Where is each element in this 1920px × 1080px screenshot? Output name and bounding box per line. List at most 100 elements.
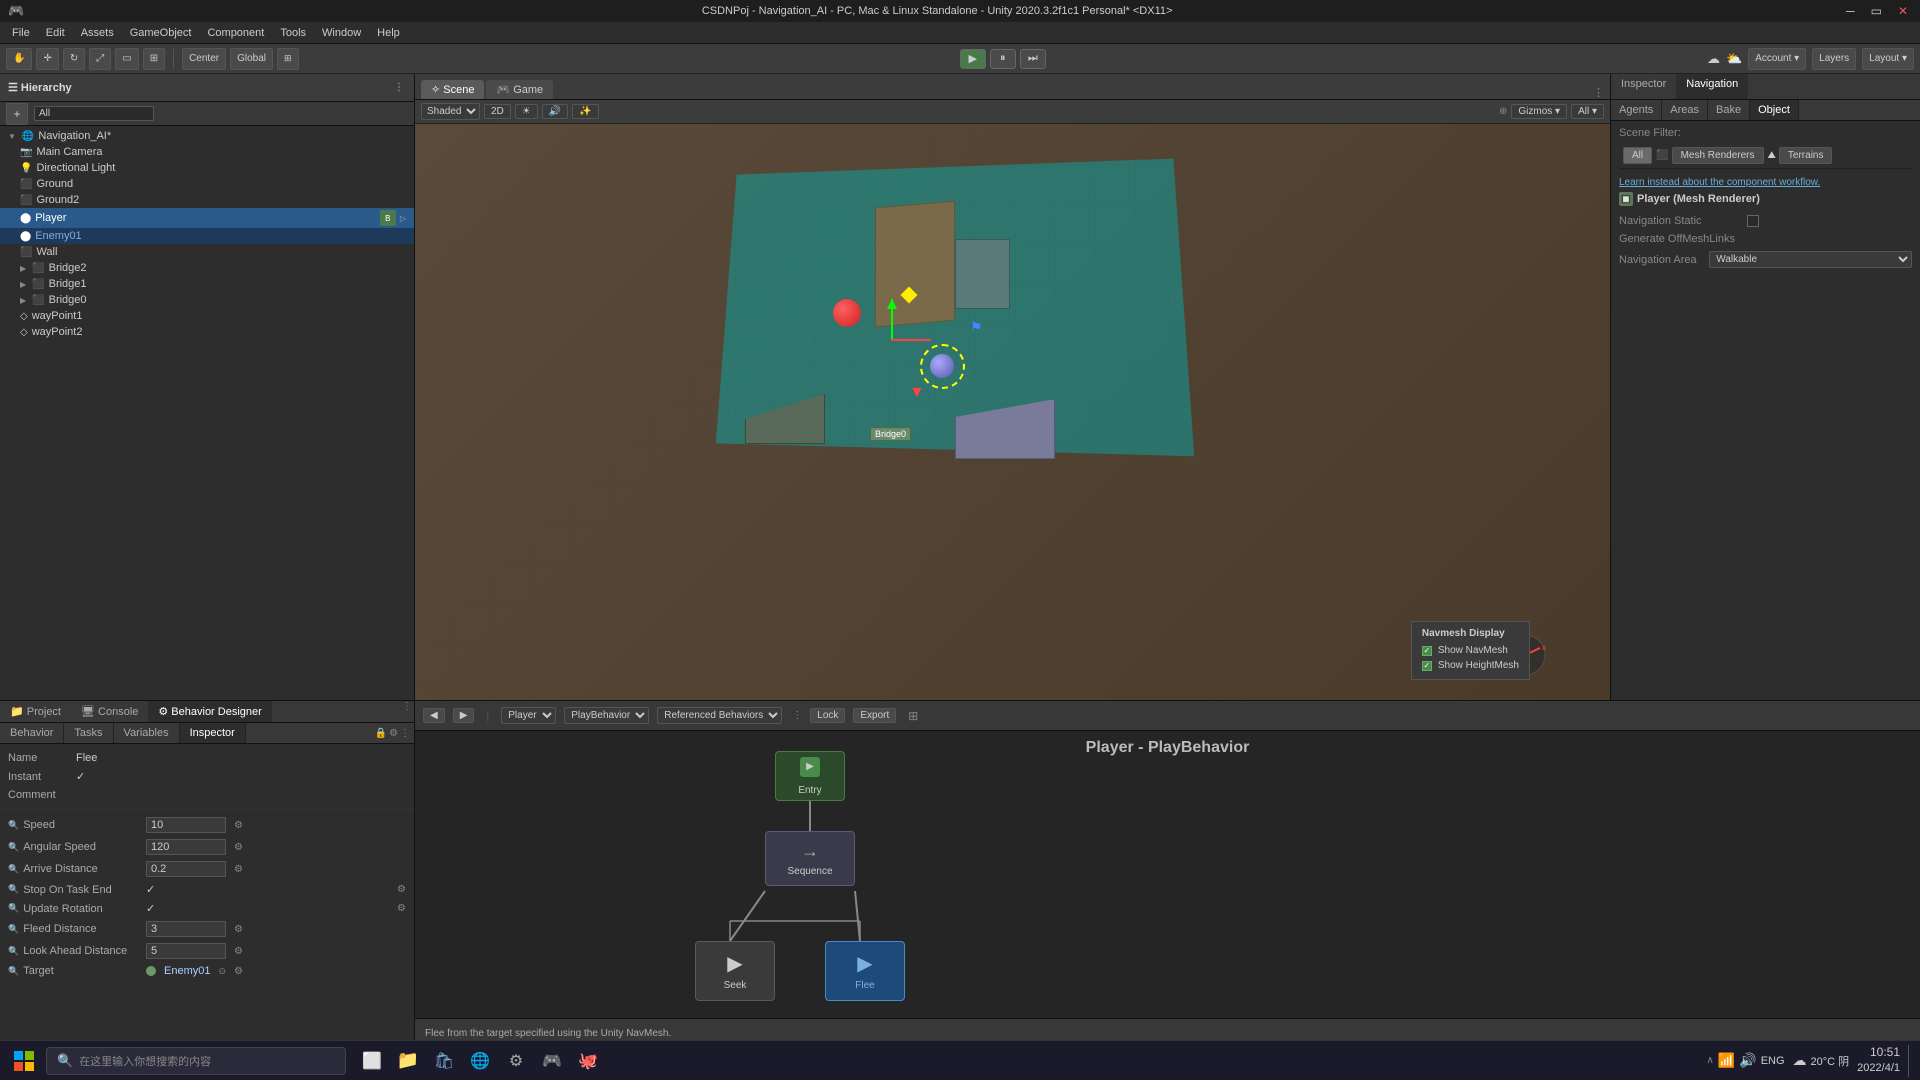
arrive-distance-input[interactable] (146, 861, 226, 877)
bd-lock-button[interactable]: Lock (810, 708, 845, 723)
layers-dropdown[interactable]: Layers (1812, 48, 1856, 70)
menu-gameobject[interactable]: GameObject (122, 25, 200, 41)
look-link-icon[interactable]: ⚙ (234, 946, 243, 957)
shading-select[interactable]: Shaded (421, 103, 480, 120)
audio-toggle[interactable]: 🔊 (542, 104, 568, 119)
fleed-distance-input[interactable] (146, 921, 226, 937)
taskbar-search-bar[interactable]: 🔍 在这里输入你想搜索的内容 (46, 1047, 346, 1075)
gizmos-button[interactable]: Gizmos ▾ (1511, 104, 1567, 119)
component-workflow-link[interactable]: Learn instead about the component workfl… (1619, 177, 1912, 188)
hierarchy-item-waypoint1[interactable]: ◇ wayPoint1 (0, 308, 414, 324)
filter-mesh-btn[interactable]: Mesh Renderers (1672, 147, 1764, 164)
bd-behavior-select[interactable]: PlayBehavior (564, 707, 649, 724)
behavior-tab-behavior[interactable]: Behavior (0, 723, 64, 743)
restore-button[interactable]: ▭ (1867, 4, 1886, 18)
behavior-designer-tab-btn[interactable]: ⚙ Behavior Designer (148, 701, 271, 722)
menu-window[interactable]: Window (314, 25, 369, 41)
scene-panel-icon[interactable]: ⋮ (1593, 86, 1604, 99)
account-dropdown[interactable]: Account ▾ (1748, 48, 1806, 70)
angular-speed-link-icon[interactable]: ⚙ (234, 842, 243, 853)
bd-canvas[interactable]: Player - PlayBehavior ▶ (415, 731, 1920, 1018)
show-desktop-button[interactable] (1908, 1045, 1912, 1077)
hierarchy-item-bridge1[interactable]: ▶ ⬛ Bridge1 (0, 276, 414, 292)
behavior-tab-tasks[interactable]: Tasks (64, 723, 113, 743)
close-button[interactable]: ✕ (1894, 4, 1912, 18)
nav-tab-agents[interactable]: Agents (1611, 100, 1662, 120)
scene-tab[interactable]: ✧ Scene (421, 80, 484, 99)
bd-player-select[interactable]: Player (501, 707, 556, 724)
unity-icon[interactable]: 🎮 (536, 1045, 568, 1077)
space-toggle[interactable]: Global (230, 48, 273, 70)
bd-node-seek[interactable]: ▶ Seek (695, 941, 775, 1001)
bd-node-sequence[interactable]: → Sequence (765, 831, 855, 886)
minimize-button[interactable]: ─ (1842, 4, 1859, 18)
nav-static-checkbox[interactable] (1747, 215, 1759, 227)
behavior-tab-variables[interactable]: Variables (114, 723, 180, 743)
play-button[interactable]: ▶ (960, 49, 986, 69)
gear-icon[interactable]: ⚙ (389, 728, 398, 739)
hierarchy-add-button[interactable]: + (6, 103, 28, 125)
lock-icon[interactable]: 🔒 (375, 728, 387, 739)
menu-file[interactable]: File (4, 25, 38, 41)
hierarchy-item-bridge2[interactable]: ▶ ⬛ Bridge2 (0, 260, 414, 276)
speed-input[interactable] (146, 817, 226, 833)
hierarchy-item-ground2[interactable]: ⬛ Ground2 (0, 192, 414, 208)
2d-toggle[interactable]: 2D (484, 104, 511, 119)
more-icon[interactable]: ⋮ (400, 728, 410, 739)
pivot-toggle[interactable]: Center (182, 48, 226, 70)
arrive-distance-link-icon[interactable]: ⚙ (234, 864, 243, 875)
scene-viewport[interactable]: ▼ ⚑ Bridge2 Bridge0 Bridge1 (415, 124, 1610, 700)
menu-assets[interactable]: Assets (73, 25, 122, 41)
task-view-button[interactable]: ⬜ (356, 1045, 388, 1077)
rotate-tool[interactable]: ↻ (63, 48, 85, 70)
speed-link-icon[interactable]: ⚙ (234, 820, 243, 831)
stop-link-icon[interactable]: ⚙ (397, 884, 406, 895)
game-tab[interactable]: 🎮 Game (486, 80, 553, 99)
pause-button[interactable]: ⏸ (990, 49, 1016, 69)
hierarchy-item-dirlight[interactable]: 💡 Directional Light (0, 160, 414, 176)
windows-start-button[interactable] (8, 1045, 40, 1077)
tab-inspector[interactable]: Inspector (1611, 74, 1676, 99)
transform-tool[interactable]: ⊞ (143, 48, 165, 70)
rect-tool[interactable]: ▭ (115, 48, 138, 70)
menu-component[interactable]: Component (199, 25, 272, 41)
project-tab[interactable]: 📁 Project (0, 701, 71, 722)
hierarchy-item-waypoint2[interactable]: ◇ wayPoint2 (0, 324, 414, 340)
filter-all-btn[interactable]: All (1623, 147, 1652, 164)
hierarchy-item-ground[interactable]: ⬛ Ground (0, 176, 414, 192)
file-explorer-icon[interactable]: 📁 (392, 1045, 424, 1077)
look-ahead-input[interactable] (146, 943, 226, 959)
edge-icon[interactable]: 🌐 (464, 1045, 496, 1077)
fx-toggle[interactable]: ✨ (572, 104, 598, 119)
behavior-tab-inspector[interactable]: Inspector (180, 723, 246, 743)
angular-speed-input[interactable] (146, 839, 226, 855)
show-heightmesh-checkbox[interactable]: ✓ (1422, 661, 1432, 671)
hierarchy-item-root[interactable]: ▼ 🌐 Navigation_AI* (0, 128, 414, 144)
light-toggle[interactable]: ☀ (515, 104, 538, 119)
show-navmesh-checkbox[interactable]: ✓ (1422, 646, 1432, 656)
hierarchy-item-player[interactable]: ⬤ Player B ▷ (0, 208, 414, 228)
move-tool[interactable]: ✛ (36, 48, 58, 70)
tray-expand-icon[interactable]: ∧ (1706, 1055, 1713, 1066)
panel-menu-icon[interactable]: ⋮ (400, 701, 414, 722)
nav-area-select[interactable]: Walkable Not Walkable Jump (1709, 251, 1912, 268)
hierarchy-item-maincamera[interactable]: 📷 Main Camera (0, 144, 414, 160)
bd-prev-button[interactable]: ◀ (423, 708, 445, 723)
menu-help[interactable]: Help (369, 25, 408, 41)
grid-toggle[interactable]: ⊞ (277, 48, 299, 70)
bd-expand-icon[interactable]: ⊞ (908, 709, 918, 723)
step-button[interactable]: ⏭ (1020, 49, 1046, 69)
hierarchy-item-wall[interactable]: ⬛ Wall (0, 244, 414, 260)
bd-referenced-select[interactable]: Referenced Behaviors (657, 707, 782, 724)
nav-tab-areas[interactable]: Areas (1662, 100, 1708, 120)
bd-options-icon[interactable]: ⋮ (792, 710, 802, 721)
settings-icon[interactable]: ⚙ (500, 1045, 532, 1077)
all-button[interactable]: All ▾ (1571, 104, 1604, 119)
target-link-icon[interactable]: ⚙ (234, 966, 243, 977)
nav-tab-object[interactable]: Object (1750, 100, 1799, 120)
bd-next-button[interactable]: ▶ (453, 708, 475, 723)
hierarchy-menu-icon[interactable]: ⋮ (392, 82, 406, 93)
fleed-link-icon[interactable]: ⚙ (234, 924, 243, 935)
hierarchy-search-input[interactable] (34, 106, 154, 121)
menu-tools[interactable]: Tools (272, 25, 314, 41)
